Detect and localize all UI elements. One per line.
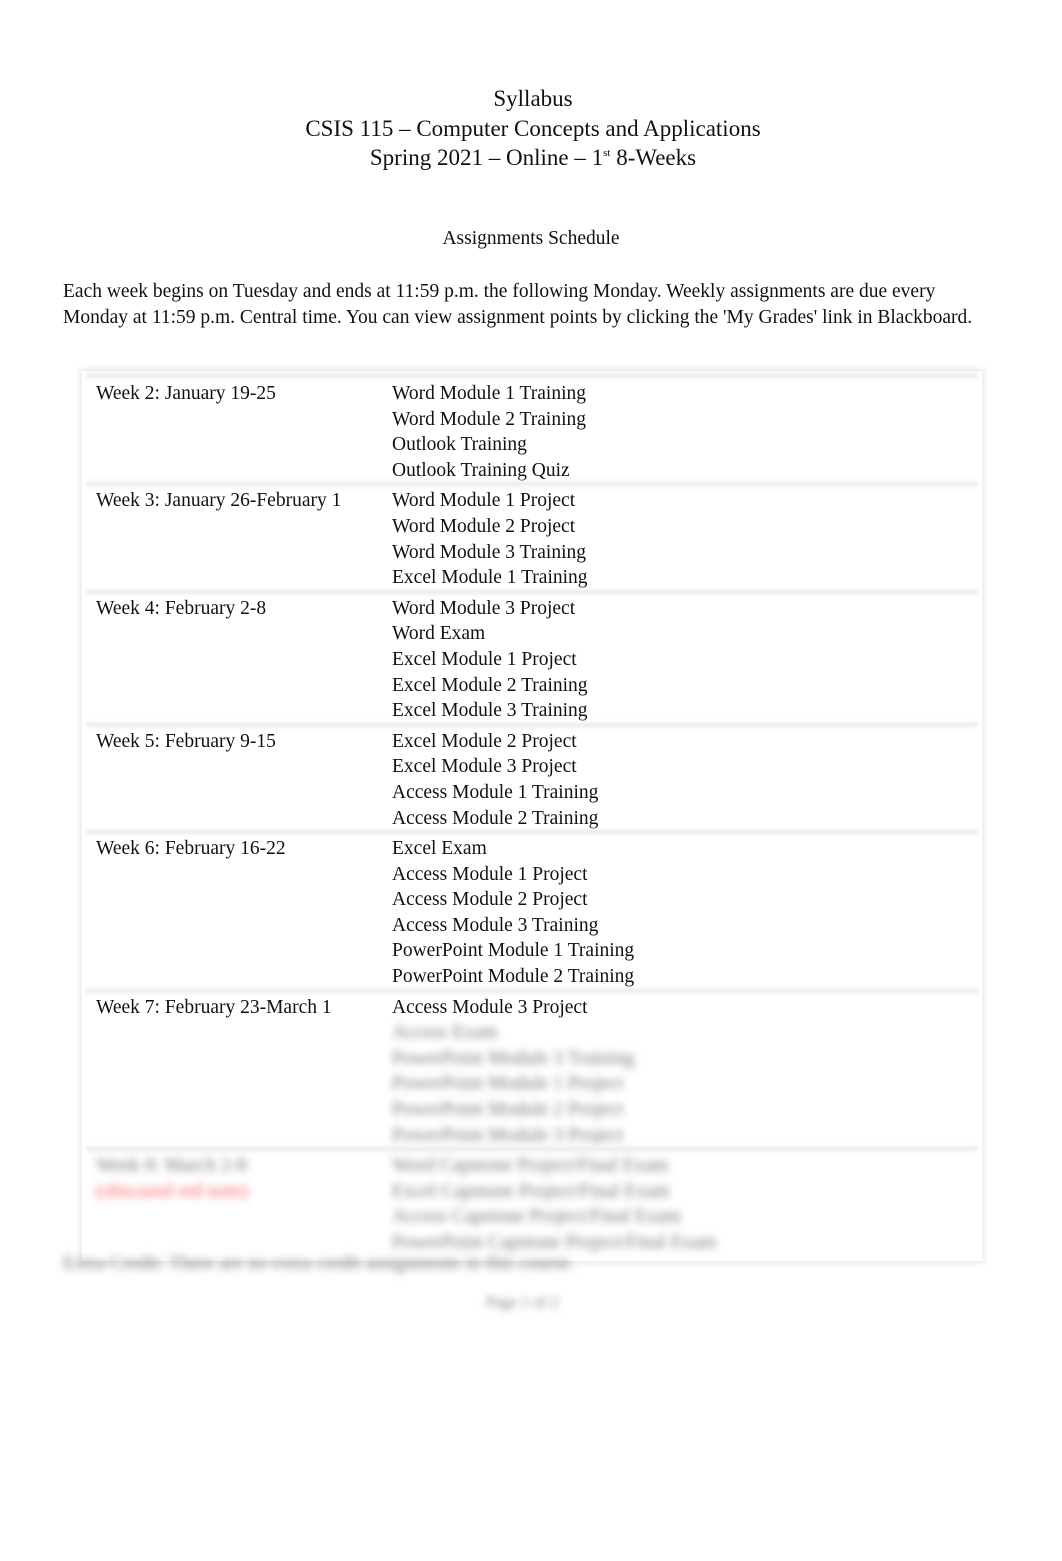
assignment-item: Excel Module 2 Project	[392, 730, 577, 752]
week-label: Week 7: February 23-March 1	[96, 996, 332, 1018]
week-label: Week 3: January 26-February 1	[96, 490, 342, 512]
schedule-row: Week 5: February 9-15 Excel Module 2 Proj…	[86, 723, 978, 831]
assignment-item: Access Capstone Project/Final Exam	[392, 1206, 681, 1228]
assignment-item: Word Module 1 Project	[392, 490, 576, 512]
assignment-item: Outlook Training Quiz	[392, 459, 570, 481]
assignment-item: PowerPoint Module 2 Training	[392, 966, 635, 988]
assignment-item: Excel Exam	[392, 838, 487, 860]
week-cell: Week 4: February 2-8	[86, 592, 392, 724]
week-label: Week 2: January 19-25	[96, 383, 276, 404]
header-title: Syllabus	[493, 86, 573, 111]
assignment-item: Word Module 1 Training	[392, 383, 586, 404]
assignment-item: Access Exam	[392, 1022, 498, 1044]
schedule-table: Week 2: January 19-25 Word Module 1 Train…	[86, 376, 978, 1256]
week-label: Week 6: February 16-22	[96, 838, 286, 860]
course-title: CSIS 115 – Computer Concepts and Applica…	[305, 115, 761, 141]
week-cell: Week 3: January 26-February 1	[86, 484, 392, 590]
assignment-item: Excel Module 3 Training	[392, 700, 588, 722]
section-title: Assignments Schedule	[442, 228, 620, 249]
week-label: Week 5: February 9-15	[96, 730, 276, 752]
assignment-item: PowerPoint Module 2 Project	[392, 1099, 624, 1121]
week-cell: Week 8: March 2-8 (obscured red note)	[86, 1149, 392, 1255]
assignment-item: Access Module 1 Project	[392, 863, 588, 885]
assignments-cell: Excel Exam Access Module 1 Project Access …	[392, 832, 978, 990]
assignment-item: Excel Module 1 Training	[392, 567, 588, 589]
assignment-item: Excel Module 3 Project	[392, 756, 577, 778]
intro-paragraph: Each week begins on Tuesday and ends at …	[63, 281, 973, 328]
assignments-cell: Word Module 1 Training Word Module 2 Trai…	[392, 377, 978, 483]
schedule-row: Week 6: February 16-22 Excel Exam Access M…	[86, 831, 978, 990]
assignment-item: Excel Module 1 Project	[392, 648, 577, 670]
page-number: Page 1 of 2	[486, 1294, 559, 1311]
assignment-item: Access Module 2 Training	[392, 807, 599, 829]
assignments-cell: Excel Module 2 Project Excel Module 3 Pro…	[392, 725, 978, 831]
schedule-row: Week 7: February 23-March 1 Access Module…	[86, 989, 978, 1149]
assignment-item: Excel Module 2 Training	[392, 674, 588, 696]
assignment-item: Word Module 3 Project	[392, 597, 576, 619]
assignments-cell: Word Module 1 Project Word Module 2 Proje…	[392, 484, 978, 590]
assignment-item: Word Capstone Project/Final Exam	[392, 1155, 669, 1177]
extra-credit-note: Extra Credit: There are no extra credit …	[63, 1253, 575, 1274]
assignment-item: Outlook Training	[392, 434, 527, 456]
week-cell: Week 6: February 16-22	[86, 832, 392, 990]
schedule-row: Week 8: March 2-8 (obscured red note) Word…	[86, 1148, 978, 1255]
assignment-item: PowerPoint Module 1 Project	[392, 1073, 624, 1095]
assignment-item: Word Exam	[392, 623, 486, 645]
assignment-item: PowerPoint Capstone Project/Final Exam	[392, 1232, 717, 1253]
assignment-item: Access Module 2 Project	[392, 889, 588, 911]
assignment-item: Word Module 3 Training	[392, 541, 586, 563]
assignment-item: PowerPoint Module 3 Training	[392, 1047, 635, 1069]
assignment-item: Access Module 1 Training	[392, 781, 599, 803]
term-line: Spring 2021 – Online – 1st 8-Weeks	[369, 145, 697, 170]
assignments-cell: Word Capstone Project/Final Exam Excel Ca…	[392, 1149, 978, 1255]
schedule-row: Week 4: February 2-8 Word Module 3 Projec…	[86, 590, 978, 724]
assignment-item: PowerPoint Module 3 Project	[392, 1124, 624, 1146]
week-cell: Week 5: February 9-15	[86, 725, 392, 831]
week-label: Week 4: February 2-8	[96, 597, 267, 619]
assignment-item: PowerPoint Module 1 Training	[392, 940, 635, 962]
schedule-row: Week 2: January 19-25 Word Module 1 Train…	[86, 376, 978, 483]
schedule-row: Week 3: January 26-February 1 Word Module…	[86, 483, 978, 590]
assignment-item: Access Module 3 Training	[392, 914, 599, 936]
week-cell: Week 7: February 23-March 1	[86, 991, 392, 1149]
assignments-cell: Word Module 3 Project Word Exam Excel Modu…	[392, 592, 978, 724]
assignment-item: Word Module 2 Training	[392, 408, 586, 430]
assignment-item: Access Module 3 Project	[392, 996, 588, 1018]
document-header: Syllabus CSIS 115 – Computer Concepts an…	[0, 84, 1062, 173]
assignment-item: Word Module 2 Project	[392, 515, 576, 537]
week-cell: Week 2: January 19-25	[86, 377, 392, 483]
assignments-cell: Access Module 3 Project Access Exam PowerP…	[392, 991, 978, 1149]
assignment-item: Excel Capstone Project/Final Exam	[392, 1180, 670, 1202]
week-label: Week 8: March 2-8	[96, 1155, 247, 1177]
week-note: (obscured red note)	[96, 1180, 248, 1202]
